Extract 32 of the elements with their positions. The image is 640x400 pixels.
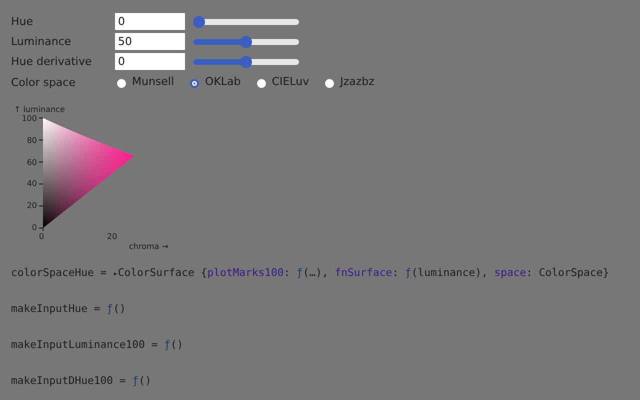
tick-label: 100 [22,114,37,123]
field-label: Hue derivative [11,55,93,68]
radio-label[interactable]: Jzazbz [340,74,374,88]
tick-label: 40 [26,179,37,188]
radio-button[interactable] [117,79,126,88]
slider[interactable] [193,18,299,24]
field-label: Hue [11,15,34,28]
radio-button[interactable] [325,79,334,88]
code-line: makeInputHue = ƒ() [11,303,127,317]
code-line: makeInputLuminance100 = ƒ() [11,339,184,353]
radio-label[interactable]: Munsell [132,74,174,88]
axis-label: ↑ luminance [14,105,66,114]
slider[interactable] [193,58,299,64]
field-label: Color space [11,76,76,89]
radio-label[interactable]: OKLab [205,74,241,88]
code-line: makeInputDHue100 = ƒ() [11,375,152,389]
number-field[interactable]: 0 [115,53,185,70]
tick-label: 0 [32,222,37,232]
tick-label: 80 [26,136,37,145]
tick-label: 20 [107,232,118,241]
tick-label: 20 [26,201,37,210]
radio-button[interactable] [190,79,200,88]
number-field[interactable]: 0 [115,13,185,30]
field-label: Luminance [11,35,72,48]
radio-button[interactable] [256,79,266,88]
slider[interactable] [193,38,299,44]
tick-label: 60 [26,158,37,167]
radio-label[interactable]: CIELuv [272,74,310,88]
tick-label: 0 [39,232,44,241]
number-field[interactable]: 50 [115,33,185,50]
code-line: colorSpaceHue = ▸ColorSurface {plotMarks100: ƒ(…), fnSurface: ƒ(luminance), space: ColorSpace} [11,267,610,281]
axis-label: chroma → [129,242,170,251]
